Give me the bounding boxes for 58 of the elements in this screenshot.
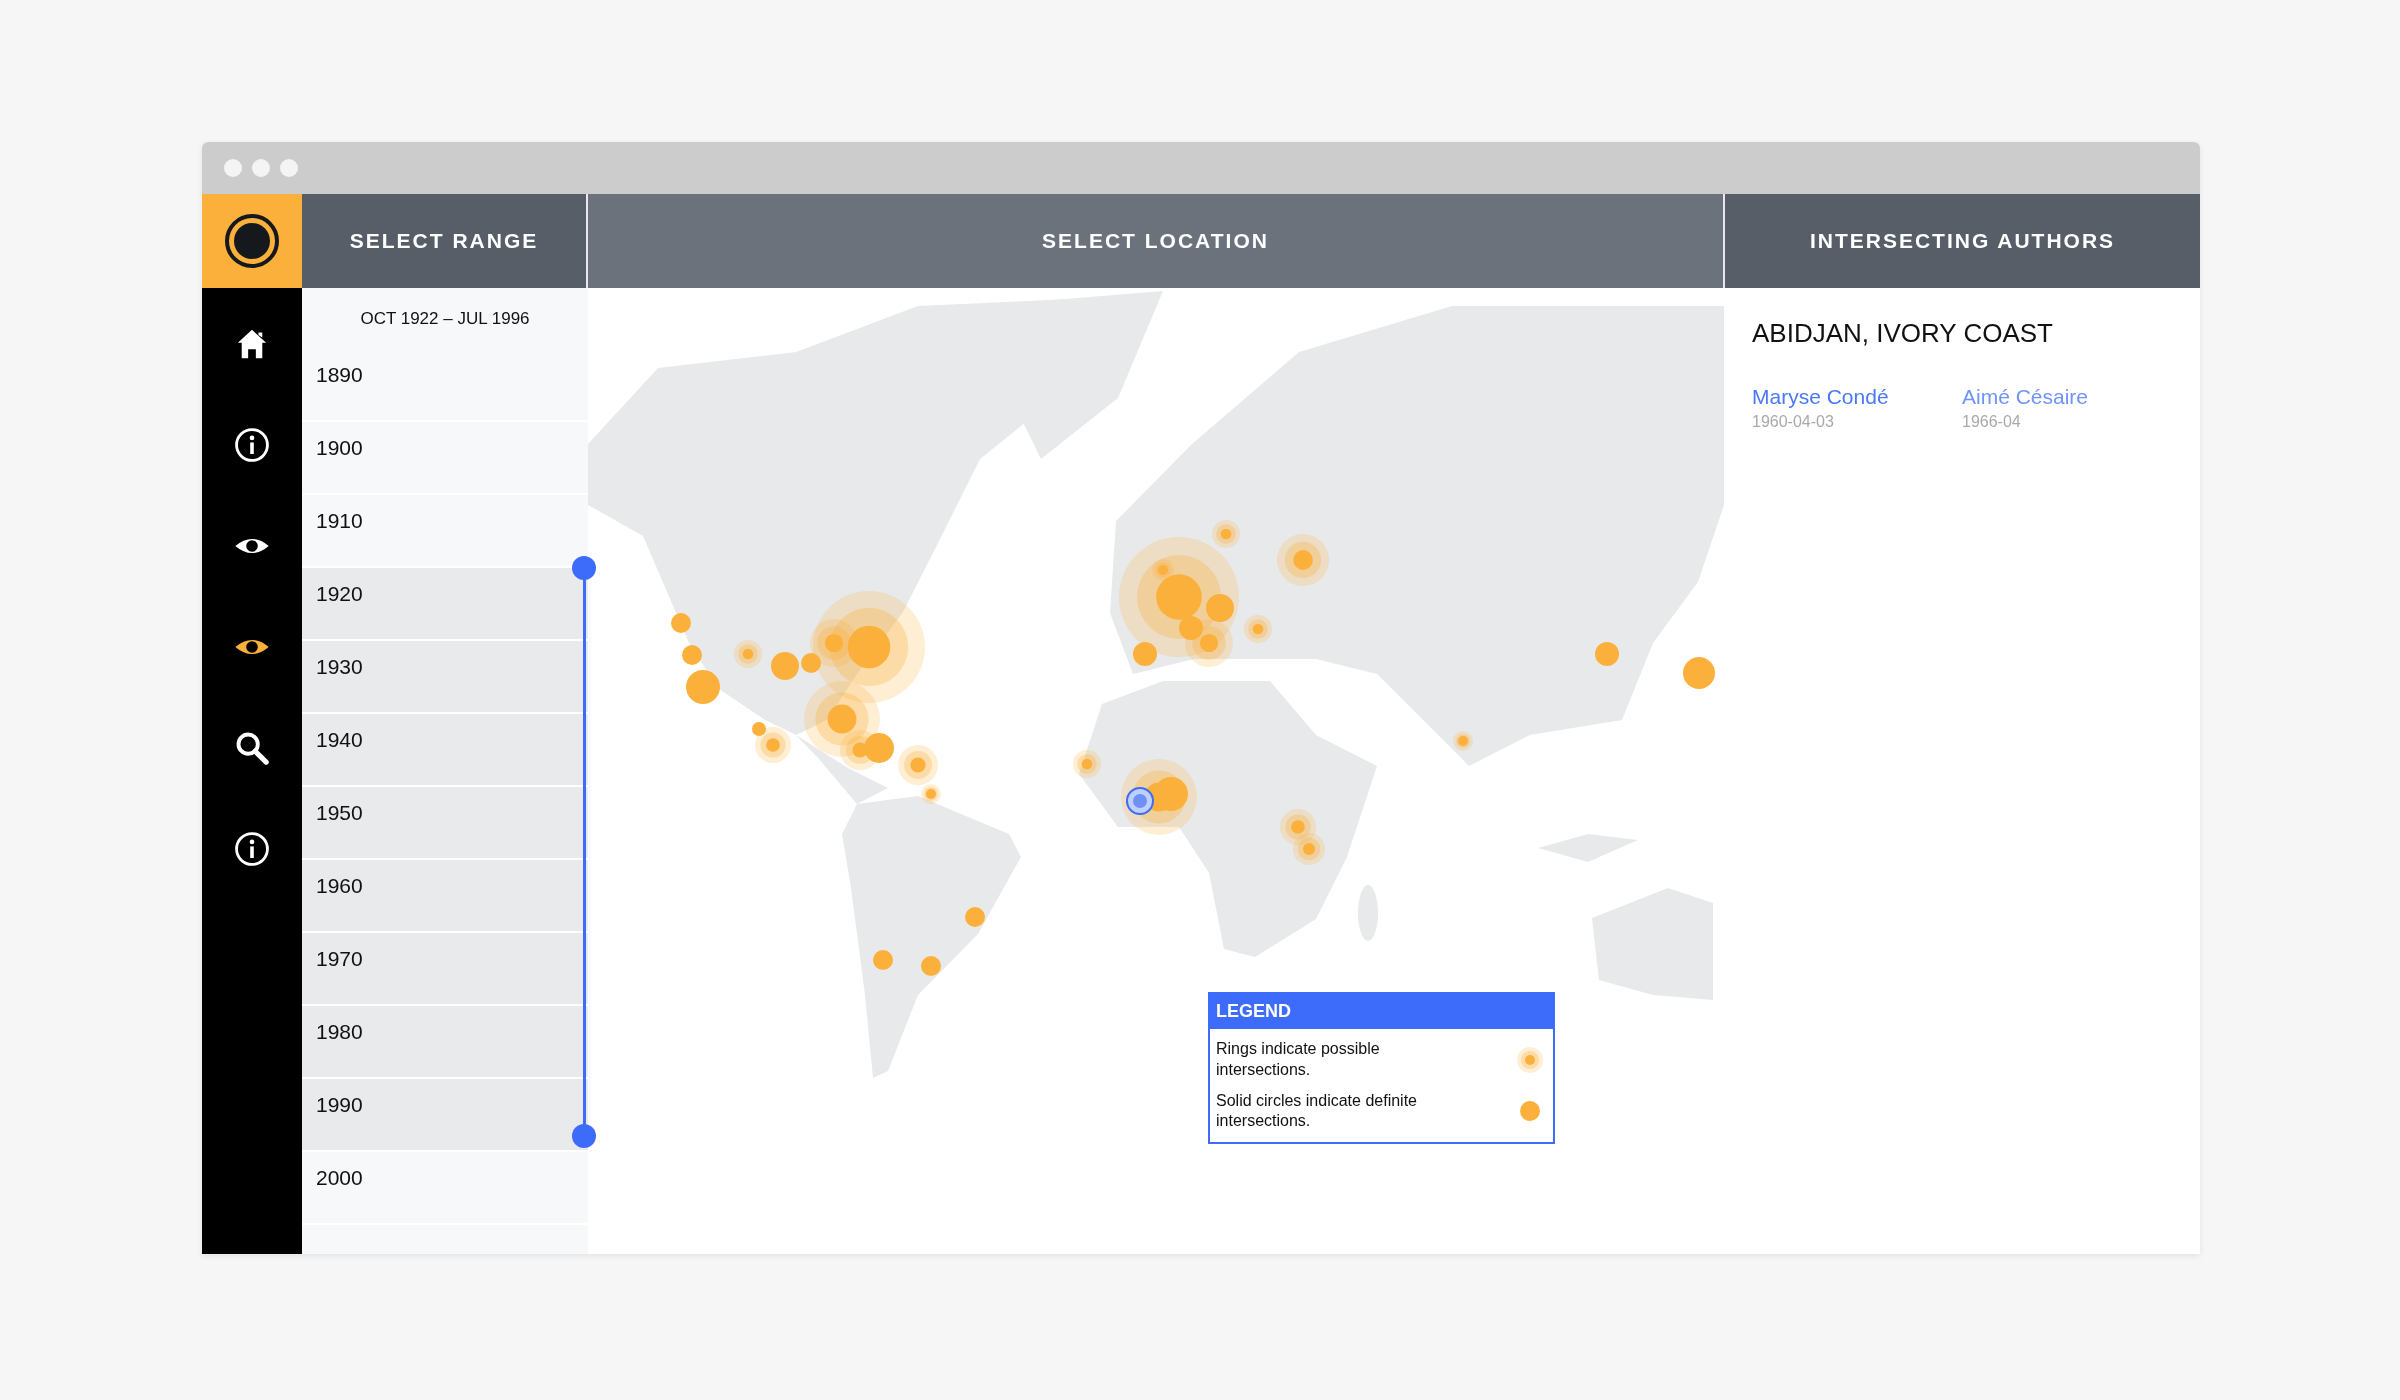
year-row[interactable]: 1950 (302, 787, 588, 860)
author-link[interactable]: Maryse Condé (1752, 385, 1962, 409)
column-heading: SELECT LOCATION (1042, 229, 1269, 253)
year-row[interactable]: 1930 (302, 641, 588, 714)
ring-marker[interactable] (1073, 750, 1101, 778)
ring-marker[interactable] (734, 640, 762, 668)
ring-marker[interactable] (1185, 619, 1233, 667)
dot-marker[interactable] (1683, 657, 1715, 689)
selected-marker[interactable] (1126, 787, 1154, 815)
dot-marker[interactable] (965, 907, 985, 927)
legend-text: Solid circles indicate definite intersections. (1216, 1090, 1418, 1132)
author-date: 1966-04 (1962, 413, 2022, 431)
search-icon[interactable] (234, 730, 270, 766)
window-control-icon[interactable] (280, 159, 298, 177)
ring-marker[interactable] (810, 619, 858, 667)
dot-marker[interactable] (1179, 616, 1203, 640)
dot-marker[interactable] (873, 950, 893, 970)
dot-marker[interactable] (752, 722, 766, 736)
info-icon[interactable] (234, 831, 270, 867)
dot-marker[interactable] (1133, 642, 1157, 666)
dot-marker[interactable] (921, 956, 941, 976)
ring-marker[interactable] (1152, 559, 1174, 581)
ring-marker[interactable] (1277, 534, 1329, 586)
range-summary: OCT 1922 – JUL 1996 (360, 308, 530, 329)
legend-text: Rings indicate possible intersections. (1216, 1039, 1381, 1080)
dot-marker[interactable] (864, 733, 894, 763)
dot-marker[interactable] (1595, 642, 1619, 666)
ring-marker[interactable] (1280, 809, 1316, 845)
column-heading: SELECT RANGE (349, 229, 539, 253)
ring-marker[interactable] (1453, 731, 1473, 751)
ring-marker[interactable] (921, 784, 941, 804)
ring-marker[interactable] (1293, 833, 1325, 865)
ring-marker[interactable] (1244, 615, 1272, 643)
year-row[interactable]: 1920 (302, 568, 588, 641)
window-control-icon[interactable] (224, 159, 242, 177)
dot-marker[interactable] (671, 613, 691, 633)
dot-marker[interactable] (771, 652, 799, 680)
ring-marker[interactable] (898, 745, 938, 785)
year-row[interactable]: 1980 (302, 1006, 588, 1079)
dot-marker[interactable] (1206, 594, 1234, 622)
year-row[interactable]: 1960 (302, 860, 588, 933)
ring-marker-icon (1517, 1046, 1543, 1073)
ring-marker[interactable] (755, 727, 791, 763)
logo-icon[interactable] (224, 213, 280, 269)
legend-title: LEGEND (1210, 994, 1553, 1029)
dot-marker-icon (1520, 1101, 1540, 1122)
year-row[interactable]: 1990 (302, 1079, 588, 1152)
dot-marker[interactable] (801, 653, 821, 673)
ring-marker[interactable] (1212, 520, 1240, 548)
column-heading: INTERSECTING AUTHORS (1809, 229, 2116, 253)
year-row[interactable]: 1940 (302, 714, 588, 787)
year-row[interactable]: 1970 (302, 933, 588, 1006)
window-control-icon[interactable] (252, 159, 270, 177)
location-title: ABIDJAN, IVORY COAST (1751, 317, 2054, 349)
info-icon[interactable] (234, 427, 270, 463)
dot-marker[interactable] (686, 670, 720, 704)
author-date: 1960-04-03 (1752, 413, 1835, 431)
dot-marker[interactable] (682, 645, 702, 665)
